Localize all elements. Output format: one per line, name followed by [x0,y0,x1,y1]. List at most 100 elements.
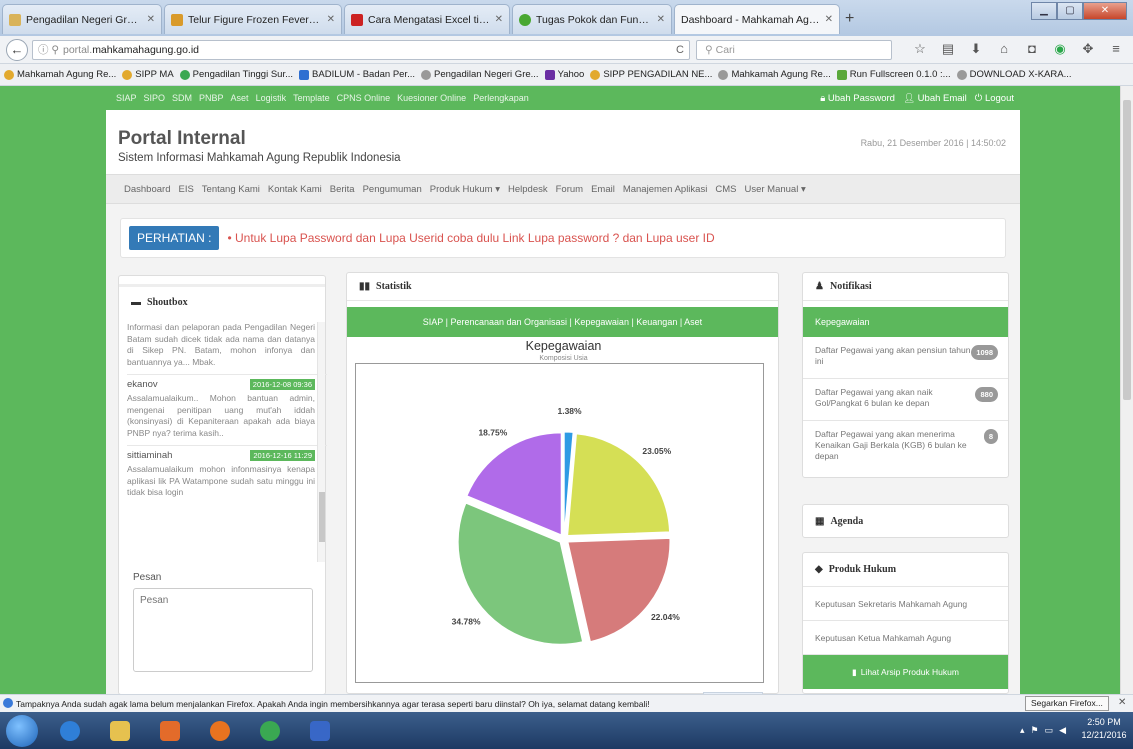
volume-icon[interactable]: ◀ [1059,725,1066,736]
menu-item-forum[interactable]: Forum [556,184,583,195]
statistik-tabs[interactable]: SIAP | Perencanaan dan Organisasi | Kepe… [347,307,778,337]
bookmark-item[interactable]: Yahoo [544,69,584,80]
shoutbox-messages[interactable]: Informasi dan pelaporan pada Pengadilan … [127,322,327,562]
close-icon[interactable]: ✕ [1118,697,1126,708]
topnav-item[interactable]: SDM [172,93,192,103]
topnav-item[interactable]: Kuesioner Online [397,93,466,103]
taskbar-app[interactable] [100,715,140,746]
close-tab-icon[interactable]: ✕ [147,14,155,25]
ubah-password-link[interactable]: 🔒︎ Ubah Password [820,93,895,104]
tray-arrow-icon[interactable]: ▴ [1020,725,1025,736]
page-scrollbar[interactable] [1120,86,1133,694]
produk-hukum-link[interactable]: Keputusan Sekretaris Mahkamah Agung [803,587,1008,621]
topnav-item[interactable]: Template [293,93,330,103]
topnav-item[interactable]: Logistik [256,93,287,103]
taskbar-app[interactable] [200,715,240,746]
close-tab-icon[interactable]: ✕ [495,14,503,25]
addon-icon[interactable]: ◉ [1052,41,1068,57]
bookmark-item[interactable]: Run Fullscreen 0.1.0 :... [836,69,951,80]
bookmark-item[interactable]: SIPP MA [122,69,174,80]
menu-item-user-manual[interactable]: User Manual ▾ [744,184,805,195]
lihat-arsip-button[interactable]: ▮ Lihat Arsip Produk Hukum [803,655,1008,689]
shoutbox-header: ▬ Shoutbox [119,284,325,318]
bookmark-item[interactable]: SIPP PENGADILAN NE... [590,69,712,80]
home-icon[interactable]: ⌂ [996,41,1012,57]
menu-item-cms[interactable]: CMS [715,184,736,195]
folder-icon [110,720,130,741]
menu-item-manajemen-aplikasi[interactable]: Manajemen Aplikasi [623,184,708,195]
sync-icon[interactable]: ✥ [1080,41,1096,57]
bookmark-item[interactable]: Pengadilan Negeri Gre... [421,69,539,80]
alert-text[interactable]: • Untuk Lupa Password dan Lupa Userid co… [227,231,714,245]
notif-item[interactable]: Daftar Pegawai yang akan menerima Kenaik… [803,421,1008,477]
menu-item-kontak-kami[interactable]: Kontak Kami [268,184,322,195]
browser-tab[interactable]: Telur Figure Frozen Fever 2... ✕ [164,4,342,34]
refresh-firefox-button[interactable]: Segarkan Firefox... [1025,696,1109,711]
topnav-item[interactable]: Aset [231,93,249,103]
browser-tab[interactable]: Pengadilan Negeri Gresik ✕ [2,4,162,34]
pie-data-label: 22.04% [651,612,680,622]
browser-tab-active[interactable]: Dashboard - Mahkamah Agun... ✕ [674,4,840,34]
flag-icon[interactable]: ⚑ [1031,725,1039,736]
bookmark-item[interactable]: Mahkamah Agung Re... [718,69,831,80]
menu-icon[interactable]: ≡ [1108,41,1124,57]
system-clock[interactable]: 2:50 PM 12/21/2016 [1080,716,1128,742]
taskbar-app[interactable] [50,715,90,746]
bookmark-item[interactable]: BADILUM - Badan Per... [299,69,415,80]
taskbar-app[interactable] [250,715,290,746]
menu-item-berita[interactable]: Berita [330,184,355,195]
network-icon[interactable]: ▭ [1045,725,1054,736]
notifikasi-tab-kepegawaian[interactable]: Kepegawaian [803,307,1008,337]
scrollbar-thumb[interactable] [1123,100,1131,400]
back-button[interactable]: ← [6,39,28,61]
bookmark-item[interactable]: Pengadilan Tinggi Sur... [179,69,293,80]
notif-text: Daftar Pegawai yang akan pensiun tahun i… [815,345,971,366]
topnav-item[interactable]: CPNS Online [337,93,391,103]
scrollbar-thumb[interactable] [319,492,325,542]
topnav-item[interactable]: SIPO [144,93,166,103]
chrome-icon [260,720,280,741]
media-player-icon [160,720,180,741]
pesan-input[interactable] [133,588,313,672]
close-tab-icon[interactable]: ✕ [825,14,833,25]
download-icon[interactable]: ⬇ [968,41,984,57]
close-window-button[interactable]: ✕ [1083,2,1127,20]
search-input[interactable]: ⚲ Cari [696,40,892,60]
reload-icon[interactable]: C [676,44,684,56]
menu-item-produk-hukum[interactable]: Produk Hukum ▾ [430,184,500,195]
pocket-icon[interactable]: ◘ [1024,41,1040,57]
topnav-item[interactable]: PNBP [199,93,224,103]
bookmark-item[interactable]: Mahkamah Agung Re... [4,69,116,80]
bookmark-item[interactable]: DOWNLOAD X-KARA... [956,69,1071,80]
menu-item-dashboard[interactable]: Dashboard [124,184,170,195]
minimize-button[interactable]: ▁ [1031,2,1057,20]
shoutbox-scrollbar[interactable] [317,322,325,562]
ubah-email-link[interactable]: 👤︎ Ubah Email [903,93,967,104]
menu-item-eis[interactable]: EIS [178,184,193,195]
close-tab-icon[interactable]: ✕ [327,14,335,25]
topnav-item[interactable]: SIAP [116,93,137,103]
site-info-icon[interactable]: ⓘ ⚲ [38,41,59,59]
menu-item-email[interactable]: Email [591,184,615,195]
start-button[interactable] [6,715,38,747]
bookmarks-list-icon[interactable]: ▤ [940,41,956,57]
menu-item-pengumuman[interactable]: Pengumuman [363,184,422,195]
new-tab-button[interactable]: + [845,10,854,28]
menu-item-helpdesk[interactable]: Helpdesk [508,184,548,195]
maximize-button[interactable]: ▢ [1057,2,1083,20]
browser-tab[interactable]: Cara Mengatasi Excel tidak ... ✕ [344,4,510,34]
topnav-item[interactable]: Perlengkapan [473,93,529,103]
bookmark-star-icon[interactable]: ☆ [912,41,928,57]
browser-tab[interactable]: Tugas Pokok dan Fungsi ✕ [512,4,672,34]
taskbar-app[interactable] [300,715,340,746]
produk-hukum-link[interactable]: Keputusan Ketua Mahkamah Agung [803,621,1008,655]
logout-link[interactable]: ⏻ Logout [975,93,1014,104]
notif-item[interactable]: Daftar Pegawai yang akan pensiun tahun i… [803,337,1008,379]
close-tab-icon[interactable]: ✕ [657,14,665,25]
notif-item[interactable]: Daftar Pegawai yang akan naik Gol/Pangka… [803,379,1008,421]
count-badge: 1098 [971,345,998,360]
taskbar-app[interactable] [150,715,190,746]
address-bar[interactable]: ⓘ ⚲ portal.mahkamahagung.go.id [32,40,690,60]
menu-item-tentang-kami[interactable]: Tentang Kami [202,184,260,195]
agenda-panel[interactable]: ▦ Agenda [802,504,1009,538]
